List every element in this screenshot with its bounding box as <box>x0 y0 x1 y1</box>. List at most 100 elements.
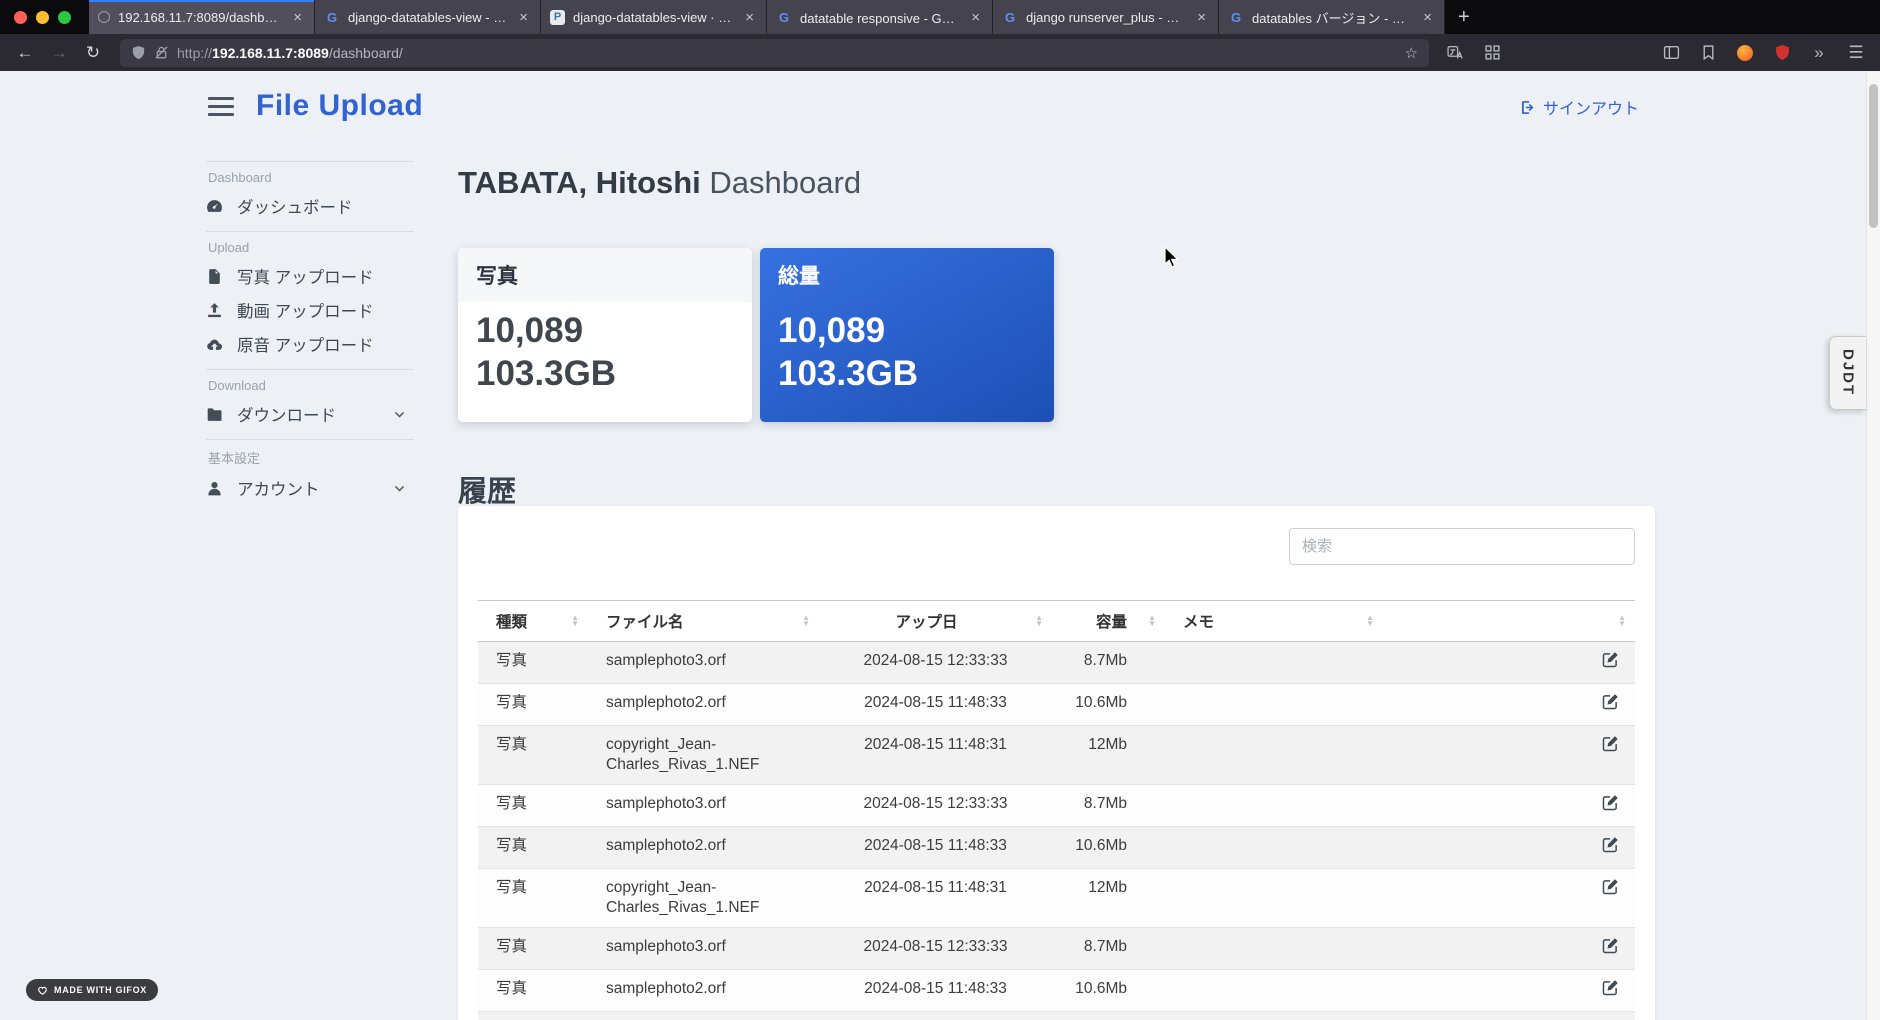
edit-icon[interactable] <box>1602 794 1619 811</box>
back-button[interactable]: ← <box>10 39 40 67</box>
browser-tab[interactable]: Gdjango-datatables-view - Googl × <box>315 0 541 34</box>
account-avatar-icon[interactable] <box>1731 39 1759 67</box>
signout-link[interactable]: サインアウト <box>1519 95 1639 119</box>
sidebar-section: 基本設定 アカウント <box>206 439 414 513</box>
cell-upload-date: 2024-08-15 12:33:33 <box>863 938 1008 955</box>
stat-card-count: 10,089 <box>778 311 886 350</box>
url-bar[interactable]: http://192.168.11.7:8089/dashboard/ ☆ <box>120 38 1429 67</box>
insecure-lock-icon[interactable] <box>154 45 169 60</box>
sidebar-item[interactable]: ダッシュボード <box>206 189 414 223</box>
app-menu-icon[interactable]: ☰ <box>1842 39 1870 67</box>
edit-icon[interactable] <box>1602 836 1619 853</box>
browser-tab[interactable]: Gdjango runserver_plus - Google × <box>993 0 1219 34</box>
stat-card-label: 写真 <box>458 248 752 302</box>
sidebar-item-label: ダッシュボード <box>237 199 353 217</box>
browser-tab[interactable]: Pdjango-datatables-view · PyPI × <box>541 0 767 34</box>
cell-memo <box>1165 827 1383 869</box>
search-input[interactable] <box>1289 528 1635 565</box>
tab-title: django runserver_plus - Google <box>1026 9 1186 25</box>
sidebar-item-label: ダウンロード <box>237 407 336 425</box>
tracking-protection-shield-icon[interactable] <box>131 45 146 60</box>
gifox-badge[interactable]: MADE WITH GIFOX <box>26 979 158 1001</box>
tab-title: django-datatables-view · PyPI <box>573 9 735 25</box>
edit-icon[interactable] <box>1602 651 1619 668</box>
tab-close-icon[interactable]: × <box>290 9 305 26</box>
new-tab-button[interactable]: + <box>1445 0 1483 34</box>
cell-size: 10.6Mb <box>1075 980 1127 997</box>
folder-icon <box>206 406 224 423</box>
table-body: 写真 samplephoto3.orf 2024-08-15 12:33:33 8.7… <box>478 641 1635 1020</box>
table-row: 写真 samplephoto3.orf 2024-08-15 12:33:33 8.7… <box>478 641 1635 684</box>
column-header[interactable]: 容量 ▲ ▼ <box>1052 600 1165 642</box>
window-minimize-icon[interactable] <box>36 10 49 24</box>
cell-upload-date: 2024-08-15 11:48:31 <box>864 736 1007 753</box>
browser-tab[interactable]: Gdatatable responsive - Google 検 × <box>767 0 993 34</box>
edit-icon[interactable] <box>1602 979 1619 996</box>
browser-tab-bar: 192.168.11.7:8089/dashboard/× Gdjango-dat… <box>0 0 1880 34</box>
ublock-shield-icon[interactable] <box>1768 39 1796 67</box>
cell-filename: samplephoto2.orf <box>606 694 726 711</box>
sort-icon: ▲ ▼ <box>802 613 810 628</box>
sidebar-item[interactable]: 写真 アップロード <box>206 259 414 293</box>
stat-card-label: 総量 <box>778 265 820 288</box>
sidebar-item[interactable]: 原音 アップロード <box>206 327 414 361</box>
browser-tab[interactable]: 192.168.11.7:8089/dashboard/ × <box>89 0 315 34</box>
page-scrollbar[interactable] <box>1866 71 1880 1020</box>
stat-cards: 写真 10,089 103.3GB 総量 10,089 103.3GB <box>458 248 1054 422</box>
sort-icon: ▲ ▼ <box>1618 613 1626 628</box>
column-header[interactable]: アップ日 ▲ ▼ <box>819 600 1052 642</box>
signout-icon <box>1519 99 1536 116</box>
tab-title: datatables バージョン - Google 検 <box>1252 10 1412 26</box>
sidebar-toggle-button[interactable] <box>208 97 234 121</box>
cell-type: 写真 <box>496 736 528 753</box>
reading-list-icon[interactable] <box>1694 39 1722 67</box>
table-row: 写真 copyright_Jean-Charles_Rivas_1.NEF 2024… <box>478 725 1635 785</box>
cell-type: 写真 <box>478 1012 588 1020</box>
sidebar-section-header: Download <box>208 378 266 393</box>
window-close-icon[interactable] <box>14 10 27 24</box>
tab-title: 192.168.11.7:8089/dashboard/ <box>118 9 283 25</box>
cell-size: 12Mb <box>1088 736 1127 753</box>
app-brand[interactable]: File Upload <box>256 89 423 123</box>
sort-icon: ▲ ▼ <box>571 613 579 628</box>
edit-icon[interactable] <box>1602 937 1619 954</box>
qr-grid-icon[interactable] <box>1478 39 1506 67</box>
edit-icon[interactable] <box>1602 878 1619 895</box>
reload-button[interactable]: ↻ <box>78 39 108 67</box>
google-favicon-icon: G <box>326 9 338 25</box>
cell-filename: copyright_Jean-Charles_Rivas_1.NEF <box>588 1012 819 1020</box>
edit-icon[interactable] <box>1602 693 1619 710</box>
tab-close-icon[interactable]: × <box>1194 9 1209 26</box>
tab-close-icon[interactable]: × <box>968 9 983 26</box>
forward-button[interactable]: → <box>44 39 74 67</box>
column-header[interactable]: ファイル名 ▲ ▼ <box>588 600 819 642</box>
tab-close-icon[interactable]: × <box>742 9 757 26</box>
django-debug-toolbar-handle[interactable]: DJDT <box>1829 336 1866 410</box>
sidebar-item[interactable]: アカウント <box>206 471 414 505</box>
table-row: 写真 samplephoto2.orf 2024-08-15 11:48:33 10.… <box>478 826 1635 869</box>
column-header[interactable]: ▲ ▼ <box>1383 600 1635 642</box>
cell-upload-date: 2024-08-15 12:33:33 <box>863 795 1008 812</box>
table-row: 写真 samplephoto2.orf 2024-08-15 11:48:33 10.… <box>478 969 1635 1012</box>
page-title-user: TABATA, Hitoshi <box>458 165 701 200</box>
sidebar-item[interactable]: ダウンロード <box>206 397 414 431</box>
cell-type: 写真 <box>496 980 528 997</box>
file-icon <box>206 268 224 285</box>
scrollbar-thumb[interactable] <box>1869 84 1878 228</box>
sidebar-section: Download ダウンロード <box>206 369 414 439</box>
column-header[interactable]: メモ ▲ ▼ <box>1165 600 1383 642</box>
sidebar-item[interactable]: 動画 アップロード <box>206 293 414 327</box>
google-favicon-icon: G <box>1004 9 1016 25</box>
cloud-upload-icon <box>206 336 224 353</box>
edit-icon[interactable] <box>1602 735 1619 752</box>
translate-icon[interactable] <box>1441 39 1469 67</box>
tab-close-icon[interactable]: × <box>516 9 531 26</box>
gifox-logo-icon <box>38 986 47 995</box>
window-zoom-icon[interactable] <box>58 10 71 24</box>
column-header[interactable]: 種類 ▲ ▼ <box>478 600 588 642</box>
sidebar-panel-icon[interactable] <box>1657 39 1685 67</box>
bookmark-star-icon[interactable]: ☆ <box>1405 44 1418 62</box>
tab-close-icon[interactable]: × <box>1420 9 1435 26</box>
overflow-menu-icon[interactable]: » <box>1805 39 1833 67</box>
browser-tab[interactable]: Gdatatables バージョン - Google 検 × <box>1219 0 1445 34</box>
